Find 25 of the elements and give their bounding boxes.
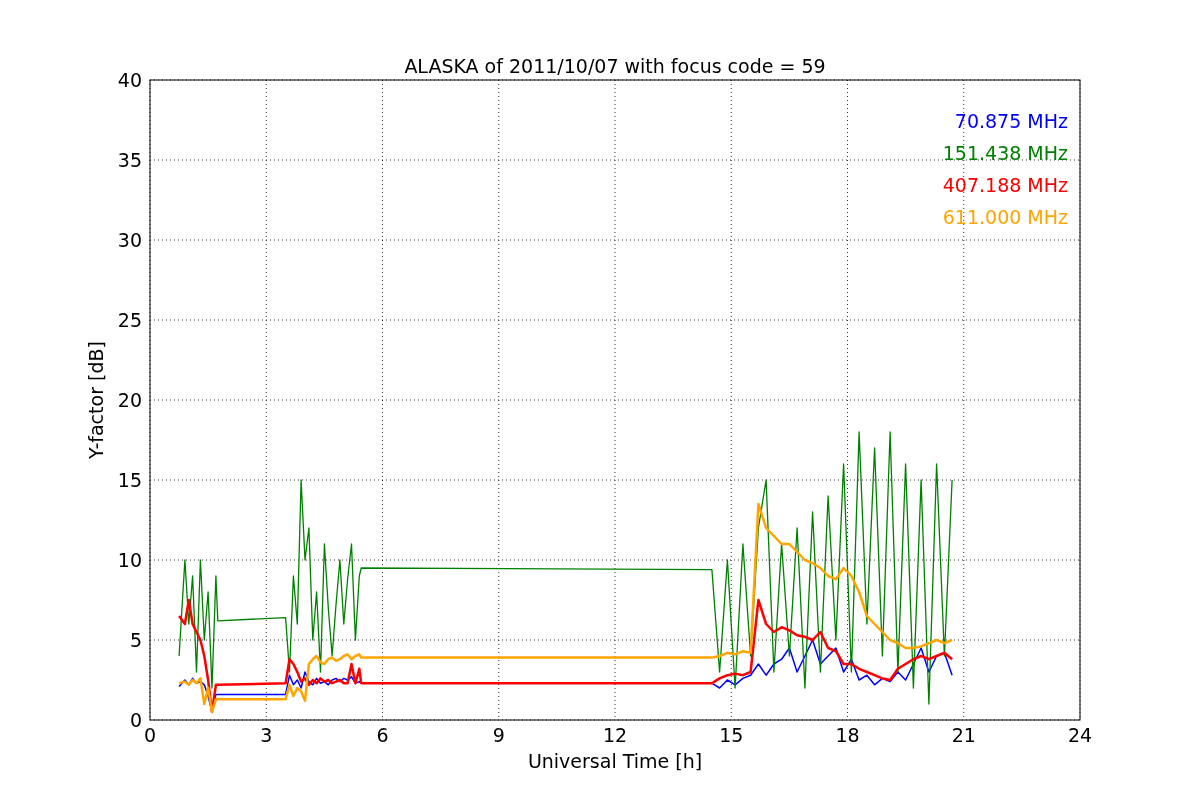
- x-axis-label: Universal Time [h]: [527, 750, 703, 772]
- x-tick-label: 24: [1067, 724, 1093, 746]
- legend-label: 611.000 MHz: [942, 206, 1068, 228]
- x-tick-label: 15: [719, 724, 744, 746]
- y-tick-label: 0: [129, 709, 142, 731]
- y-tick-label: 20: [117, 389, 142, 411]
- x-tick-label: 6: [376, 724, 389, 746]
- y-tick-label: 25: [117, 309, 142, 331]
- legend-label: 70.875 MHz: [954, 110, 1068, 132]
- y-tick-label: 15: [117, 469, 142, 491]
- y-axis-label: Y-factor [dB]: [85, 341, 107, 459]
- x-tick-label: 9: [492, 724, 505, 746]
- y-tick-label: 10: [117, 549, 142, 571]
- y-tick-label: 30: [117, 229, 142, 251]
- legend-label: 151.438 MHz: [942, 142, 1068, 164]
- legend-label: 407.188 MHz: [942, 174, 1068, 196]
- x-tick-label: 0: [143, 724, 157, 746]
- x-tick-label: 21: [951, 724, 976, 746]
- y-tick-label: 5: [129, 629, 142, 651]
- x-tick-label: 12: [602, 724, 628, 746]
- chart-title: ALASKA of 2011/10/07 with focus code = 59: [404, 55, 826, 77]
- y-tick-label: 35: [117, 149, 142, 171]
- x-tick-label: 3: [260, 724, 273, 746]
- x-tick-label: 18: [835, 724, 860, 746]
- y-tick-label: 40: [117, 69, 142, 91]
